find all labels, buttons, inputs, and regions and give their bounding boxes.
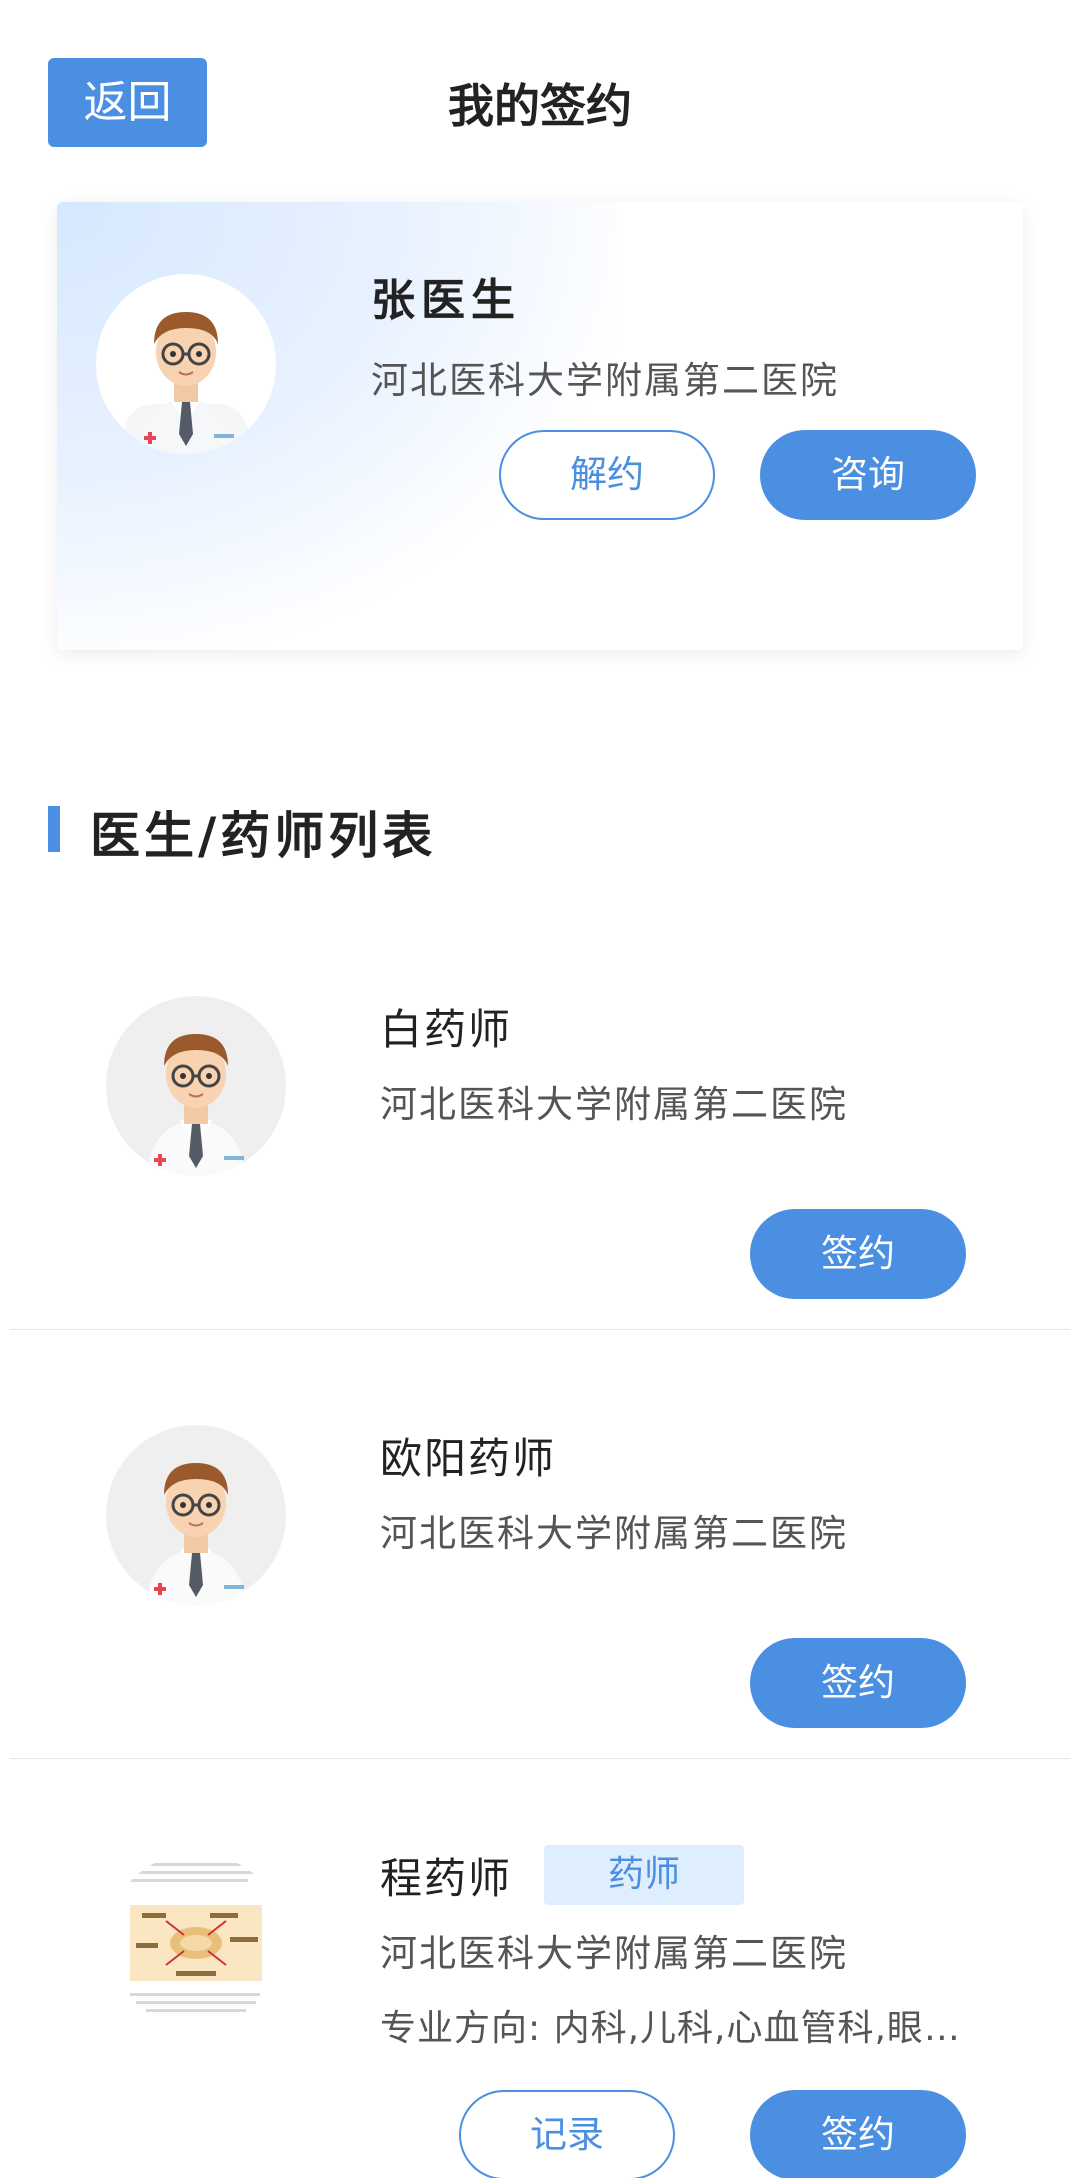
doctor-avatar (96, 274, 276, 454)
section-title: 医生/药师列表 (90, 807, 437, 865)
page: 返回 我的签约 张医生 河北医科大学附属第二医院 解约 咨询 医生/药师列表 白… (0, 0, 1080, 2178)
signed-doctor-name: 张医生 (371, 275, 521, 326)
list-item: 程药师 药师 河北医科大学附属第二医院 专业方向: 内科,儿科,心血管科,眼… … (10, 1845, 1070, 2178)
consult-button[interactable]: 咨询 (760, 430, 976, 520)
sign-button[interactable]: 签约 (750, 1638, 966, 1728)
pharmacist-hospital: 河北医科大学附属第二医院 (380, 1512, 848, 1555)
doctor-illustration-icon (124, 312, 248, 454)
pharmacist-specialty: 专业方向: 内科,儿科,心血管科,眼… (380, 2008, 961, 2049)
role-badge: 药师 (544, 1845, 744, 1905)
page-title: 我的签约 (448, 79, 632, 133)
pharmacist-avatar (106, 1425, 286, 1605)
list-item: 白药师 河北医科大学附属第二医院 签约 (10, 996, 1070, 1330)
doctor-illustration-icon (146, 1034, 246, 1176)
pharmacist-hospital: 河北医科大学附属第二医院 (380, 1083, 848, 1126)
medical-diagram-thumbnail-icon (106, 1853, 286, 2033)
sign-button[interactable]: 签约 (750, 2090, 966, 2178)
pharmacist-name: 欧阳药师 (380, 1434, 557, 1483)
section-accent-bar (48, 806, 60, 852)
cancel-contract-button[interactable]: 解约 (499, 430, 715, 520)
list-item: 欧阳药师 河北医科大学附属第二医院 签约 (10, 1425, 1070, 1759)
doctor-illustration-icon (146, 1463, 246, 1605)
sign-button[interactable]: 签约 (750, 1209, 966, 1299)
pharmacist-avatar (106, 996, 286, 1176)
signed-doctor-card: 张医生 河北医科大学附属第二医院 解约 咨询 (57, 202, 1023, 650)
divider (10, 1758, 1070, 1759)
signed-doctor-hospital: 河北医科大学附属第二医院 (371, 359, 839, 402)
divider (10, 1329, 1070, 1330)
pharmacist-hospital: 河北医科大学附属第二医院 (380, 1932, 848, 1975)
record-button[interactable]: 记录 (459, 2090, 675, 2178)
pharmacist-avatar (106, 1853, 286, 2033)
pharmacist-name: 白药师 (380, 1005, 513, 1054)
pharmacist-name: 程药师 (380, 1854, 513, 1903)
